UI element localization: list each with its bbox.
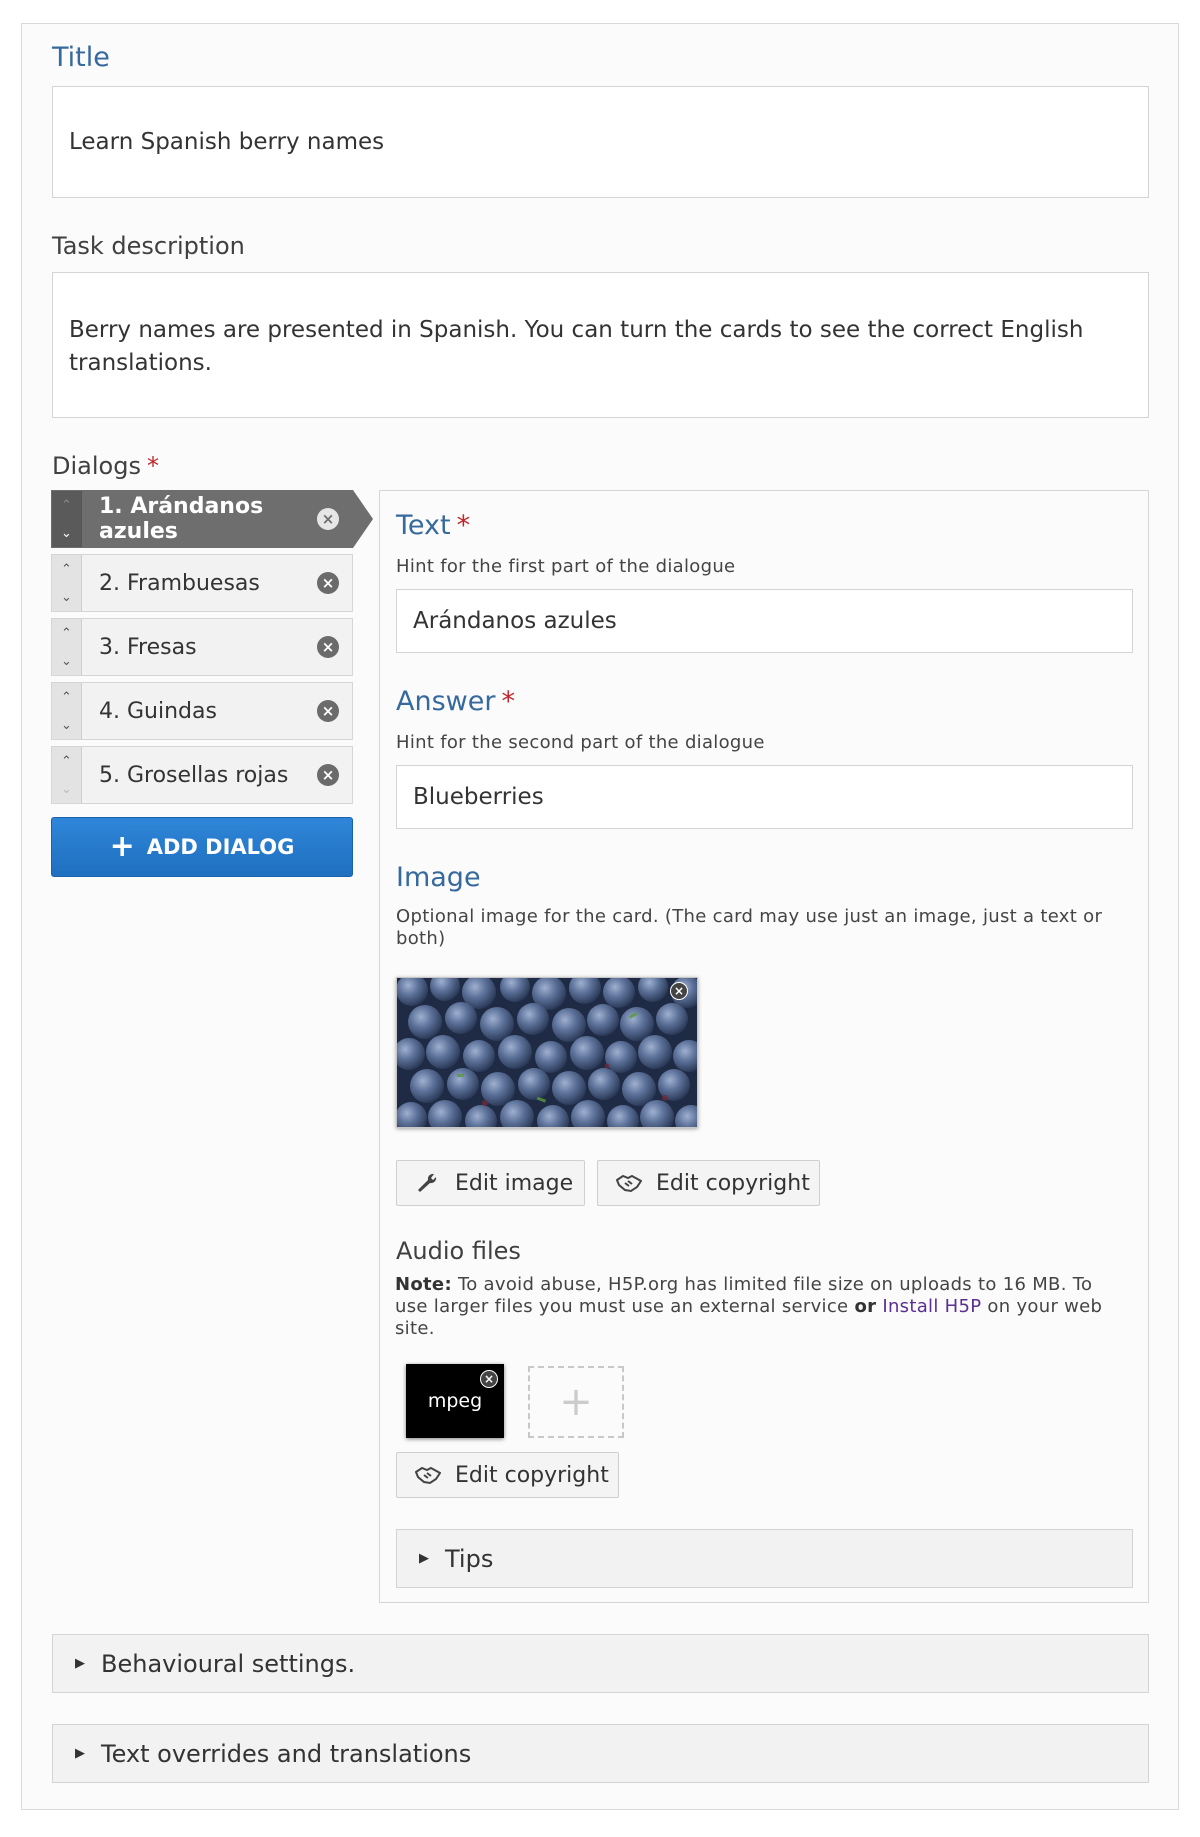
- remove-icon[interactable]: ×: [317, 572, 339, 594]
- answer-field-hint: Hint for the second part of the dialogue: [396, 732, 765, 753]
- answer-field-label: Answer *: [396, 686, 515, 717]
- dialog-item-label: 4. Guindas: [99, 698, 217, 724]
- dialog-item-label: 2. Frambuesas: [99, 570, 260, 596]
- remove-icon[interactable]: ×: [317, 700, 339, 722]
- remove-image-icon[interactable]: ×: [670, 982, 688, 1000]
- dialog-item-label: 5. Grosellas rojas: [99, 762, 289, 788]
- required-mark: *: [456, 510, 471, 541]
- add-dialog-label: ADD DIALOG: [146, 835, 295, 859]
- caret-right-icon: ▶: [419, 1551, 429, 1566]
- answer-input-value: Blueberries: [413, 784, 544, 810]
- text-field-label: Text *: [396, 510, 470, 541]
- dialog-item-2[interactable]: ⌃ ⌄ 2. Frambuesas ×: [51, 554, 353, 612]
- note-or: or: [854, 1296, 877, 1317]
- chevron-up-icon[interactable]: ⌃: [61, 563, 72, 576]
- add-audio-button[interactable]: +: [528, 1366, 624, 1438]
- chevron-down-icon[interactable]: ⌄: [61, 783, 72, 796]
- text-overrides-collapsible[interactable]: ▶ Text overrides and translations: [52, 1724, 1149, 1783]
- dialogs-label-text: Dialogs: [52, 452, 141, 480]
- reorder-handle[interactable]: ⌃ ⌄: [52, 555, 82, 611]
- chevron-up-icon[interactable]: ⌃: [61, 691, 72, 704]
- blueberries-picture: [397, 978, 697, 1127]
- audio-files-label: Audio files: [396, 1237, 521, 1265]
- plus-icon: +: [109, 829, 135, 864]
- edit-image-label: Edit image: [455, 1170, 574, 1196]
- chevron-down-icon[interactable]: ⌄: [61, 719, 72, 732]
- image-field-hint: Optional image for the card. (The card m…: [396, 906, 1103, 949]
- audio-file-type: mpeg: [427, 1390, 483, 1412]
- chevron-down-icon[interactable]: ⌄: [61, 527, 72, 540]
- reorder-handle[interactable]: ⌃ ⌄: [52, 491, 82, 547]
- chevron-up-icon[interactable]: ⌃: [61, 499, 72, 512]
- wrench-icon: [415, 1171, 443, 1195]
- behavioural-settings-label: Behavioural settings.: [101, 1649, 356, 1678]
- chevron-up-icon[interactable]: ⌃: [61, 755, 72, 768]
- add-dialog-button[interactable]: + ADD DIALOG: [51, 817, 353, 877]
- task-description-input[interactable]: Berry names are presented in Spanish. Yo…: [52, 272, 1149, 418]
- dialog-item-5[interactable]: ⌃ ⌄ 5. Grosellas rojas ×: [51, 746, 353, 804]
- dialog-item-3[interactable]: ⌃ ⌄ 3. Fresas ×: [51, 618, 353, 676]
- install-h5p-link[interactable]: Install H5P: [882, 1296, 981, 1317]
- edit-copyright-label: Edit copyright: [656, 1170, 810, 1196]
- reorder-handle[interactable]: ⌃ ⌄: [52, 747, 82, 803]
- edit-image-copyright-button[interactable]: Edit copyright: [597, 1160, 820, 1206]
- handshake-icon: [415, 1464, 443, 1486]
- chevron-down-icon[interactable]: ⌄: [61, 591, 72, 604]
- text-field-hint: Hint for the first part of the dialogue: [396, 556, 736, 577]
- dialog-item-1[interactable]: ⌃ ⌄ 1. Arándanos azules ×: [51, 490, 353, 548]
- chevron-up-icon[interactable]: ⌃: [61, 627, 72, 640]
- handshake-icon: [616, 1172, 644, 1194]
- text-input-value: Arándanos azules: [413, 608, 617, 634]
- dialog-item-4[interactable]: ⌃ ⌄ 4. Guindas ×: [51, 682, 353, 740]
- reorder-handle[interactable]: ⌃ ⌄: [52, 683, 82, 739]
- required-mark: *: [146, 452, 159, 480]
- dialog-item-label: 3. Fresas: [99, 634, 197, 660]
- reorder-handle[interactable]: ⌃ ⌄: [52, 619, 82, 675]
- active-pointer: [353, 490, 373, 548]
- edit-audio-copyright-button[interactable]: Edit copyright: [396, 1452, 619, 1498]
- answer-field-label-text: Answer: [396, 686, 496, 717]
- text-input[interactable]: Arándanos azules: [396, 589, 1133, 653]
- dialog-item-label: 1. Arándanos azules: [99, 494, 264, 544]
- image-field-label: Image: [396, 862, 481, 893]
- edit-image-button[interactable]: Edit image: [396, 1160, 585, 1206]
- required-mark: *: [501, 686, 515, 717]
- edit-copyright-label: Edit copyright: [455, 1462, 609, 1488]
- tips-label: Tips: [445, 1544, 494, 1573]
- chevron-down-icon[interactable]: ⌄: [61, 655, 72, 668]
- title-input[interactable]: Learn Spanish berry names: [52, 86, 1149, 198]
- title-input-value: Learn Spanish berry names: [69, 129, 385, 155]
- remove-audio-icon[interactable]: ×: [480, 1370, 498, 1388]
- audio-note: Note: To avoid abuse, H5P.org has limite…: [395, 1274, 1125, 1340]
- dialogs-label: Dialogs *: [52, 452, 159, 480]
- image-thumbnail[interactable]: [396, 977, 698, 1128]
- answer-input[interactable]: Blueberries: [396, 765, 1133, 829]
- tips-collapsible[interactable]: ▶ Tips: [396, 1529, 1133, 1588]
- text-field-label-text: Text: [396, 510, 451, 541]
- text-overrides-label: Text overrides and translations: [101, 1739, 472, 1768]
- remove-icon[interactable]: ×: [317, 764, 339, 786]
- note-bold: Note:: [395, 1274, 452, 1295]
- task-description-label: Task description: [52, 232, 245, 260]
- behavioural-settings-collapsible[interactable]: ▶ Behavioural settings.: [52, 1634, 1149, 1693]
- remove-icon[interactable]: ×: [317, 636, 339, 658]
- caret-right-icon: ▶: [75, 1746, 85, 1761]
- caret-right-icon: ▶: [75, 1656, 85, 1671]
- task-description-value: Berry names are presented in Spanish. Yo…: [69, 317, 1084, 376]
- title-label: Title: [52, 42, 110, 73]
- plus-icon: +: [559, 1379, 593, 1425]
- remove-icon[interactable]: ×: [317, 508, 339, 530]
